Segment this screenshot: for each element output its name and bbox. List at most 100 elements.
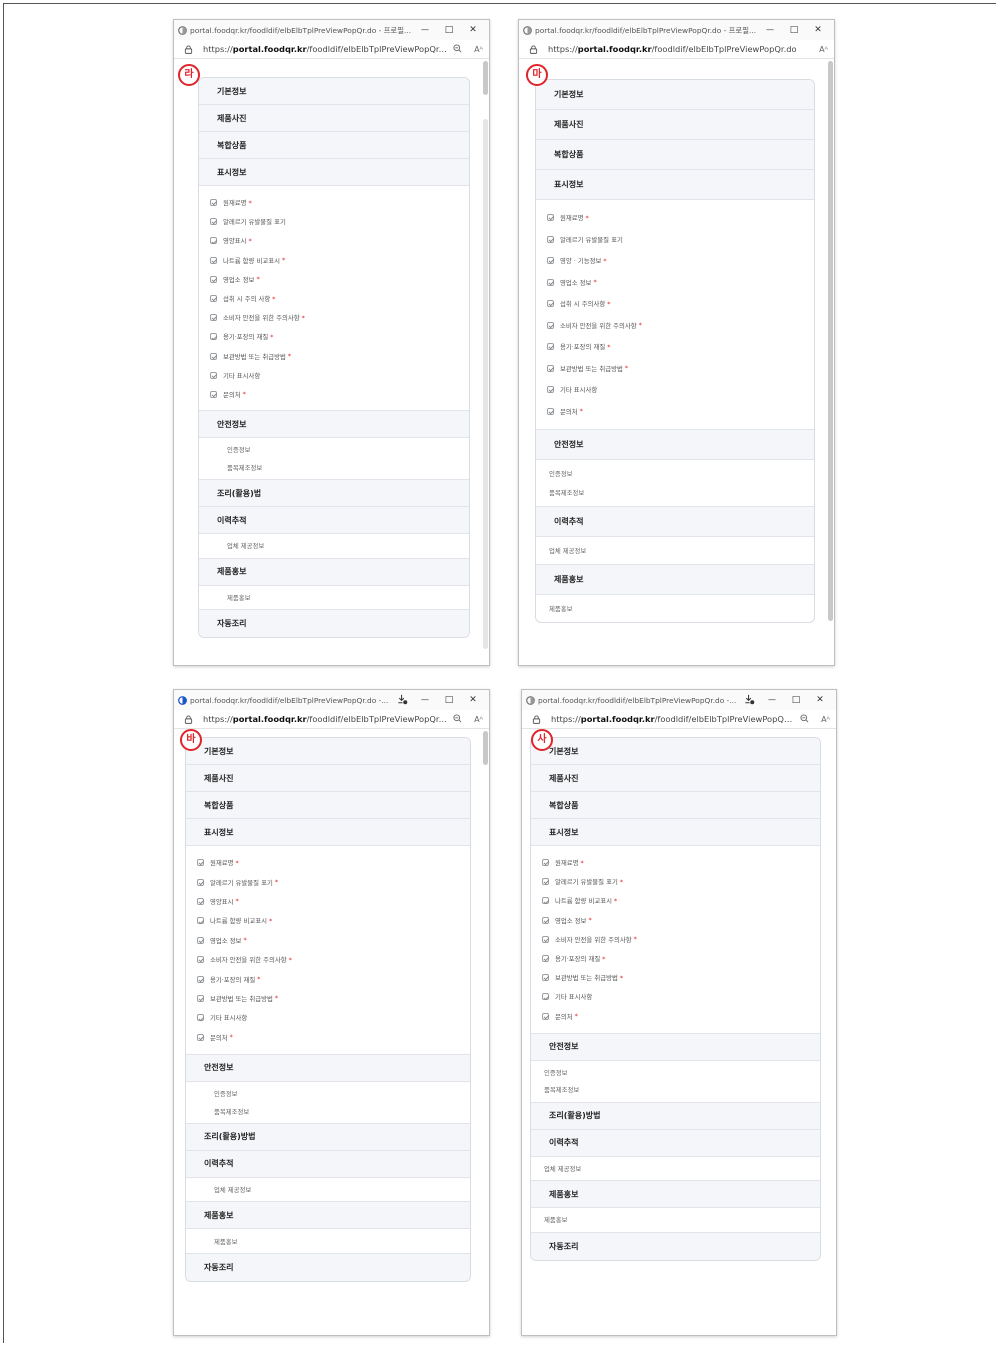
checkbox-checked-icon[interactable] [542, 897, 549, 905]
checkbox-item[interactable]: 영업소 정보 * [210, 270, 469, 289]
checkbox-item[interactable]: 나트륨 함량 비교표시 * [542, 891, 820, 910]
section-header[interactable]: 기본정보 [536, 80, 814, 110]
section-header[interactable]: 제품홍보 [186, 1202, 470, 1230]
section-header[interactable]: 안전정보 [536, 430, 814, 460]
close-icon[interactable]: ✕ [806, 20, 830, 40]
close-icon[interactable]: ✕ [461, 20, 485, 40]
address-bar[interactable]: https://portal.foodqr.kr/foodldif/elbElb… [174, 40, 489, 59]
minimize-icon[interactable]: — [760, 690, 784, 710]
checkbox-checked-icon[interactable] [542, 974, 549, 982]
zoom-icon[interactable] [800, 713, 809, 725]
checkbox-item[interactable]: 알레르기 유발물질 표기 * [542, 872, 820, 891]
checkbox-item[interactable]: 용기·포장의 재질 * [547, 336, 814, 358]
checkbox-checked-icon[interactable] [542, 1012, 549, 1020]
section-header[interactable]: 안전정보 [199, 411, 469, 439]
maximize-icon[interactable]: □ [437, 20, 461, 40]
section-header[interactable]: 제품사진 [186, 765, 470, 792]
url-text[interactable]: https://portal.foodqr.kr/foodldif/elbElb… [548, 44, 813, 54]
section-header[interactable]: 이력추적 [199, 507, 469, 535]
download-icon[interactable] [742, 694, 756, 707]
checkbox-item[interactable]: 알레르기 유발물질 표기 [210, 212, 469, 231]
checkbox-item[interactable]: 섭취 시 주의 사항 * [210, 289, 469, 308]
checkbox-item[interactable]: 기타 표시사항 [547, 379, 814, 401]
checkbox-checked-icon[interactable] [547, 235, 554, 243]
checkbox-item[interactable]: 소비자 안전을 위한 주의사항 * [542, 930, 820, 949]
checkbox-item[interactable]: 나트륨 함량 비교표시 * [210, 251, 469, 270]
section-header[interactable]: 표시정보 [531, 819, 820, 846]
checkbox-checked-icon[interactable] [210, 275, 217, 283]
checkbox-item[interactable]: 기타 표시사항 [542, 987, 820, 1006]
section-header[interactable]: 제품홍보 [199, 558, 469, 586]
checkbox-item[interactable]: 기타 표시사항 [197, 1008, 470, 1027]
checkbox-checked-icon[interactable] [197, 917, 204, 925]
checkbox-item[interactable]: 소비자 안전을 위한 주의사항 * [547, 315, 814, 337]
checkbox-checked-icon[interactable] [197, 975, 204, 983]
section-header[interactable]: 자동조리 [531, 1232, 820, 1260]
checkbox-checked-icon[interactable] [542, 955, 549, 963]
checkbox-item[interactable]: 영업소 정보 * [547, 272, 814, 294]
checkbox-checked-icon[interactable] [210, 314, 217, 322]
minimize-icon[interactable]: — [413, 20, 437, 40]
section-header[interactable]: 안전정보 [531, 1033, 820, 1061]
section-header[interactable]: 조리(활용)방법 [186, 1123, 470, 1151]
checkbox-checked-icon[interactable] [542, 916, 549, 924]
checkbox-checked-icon[interactable] [542, 878, 549, 886]
section-header[interactable]: 복합상품 [531, 792, 820, 819]
zoom-icon[interactable] [453, 43, 462, 55]
section-header[interactable]: 자동조리 [199, 610, 469, 638]
url-text[interactable]: https://portal.foodqr.kr/foodldif/elbElb… [203, 714, 447, 724]
close-icon[interactable]: ✕ [461, 690, 485, 710]
url-text[interactable]: https://portal.foodqr.kr/foodldif/elbElb… [551, 714, 794, 724]
section-header[interactable]: 기본정보 [531, 738, 820, 765]
checkbox-item[interactable]: 영양표시 * [197, 892, 470, 911]
checkbox-item[interactable]: 원재료명 * [542, 853, 820, 872]
section-header[interactable]: 표시정보 [536, 170, 814, 200]
section-header[interactable]: 이력추적 [531, 1129, 820, 1157]
checkbox-item[interactable]: 영업소 정보 * [197, 931, 470, 950]
checkbox-item[interactable]: 영양표시 * [210, 231, 469, 250]
section-header[interactable]: 기본정보 [186, 738, 470, 765]
section-header[interactable]: 자동조리 [186, 1253, 470, 1281]
minimize-icon[interactable]: — [758, 20, 782, 40]
checkbox-checked-icon[interactable] [542, 859, 549, 867]
scrollbar[interactable] [828, 61, 833, 621]
section-header[interactable]: 복합상품 [536, 140, 814, 170]
checkbox-checked-icon[interactable] [197, 936, 204, 944]
checkbox-checked-icon[interactable] [197, 897, 204, 905]
minimize-icon[interactable]: — [413, 690, 437, 710]
checkbox-item[interactable]: 용기·포장의 재질 * [197, 969, 470, 988]
checkbox-item[interactable]: 원재료명 * [197, 853, 470, 872]
checkbox-item[interactable]: 문의처 * [542, 1007, 820, 1026]
checkbox-checked-icon[interactable] [210, 199, 217, 207]
address-bar[interactable]: https://portal.foodqr.kr/foodldif/elbElb… [174, 710, 489, 729]
checkbox-item[interactable]: 보관방법 또는 취급방법 * [542, 968, 820, 987]
checkbox-checked-icon[interactable] [197, 878, 204, 886]
checkbox-item[interactable]: 소비자 안전을 위한 주의사항 * [197, 950, 470, 969]
checkbox-item[interactable]: 문의처 * [547, 401, 814, 423]
section-header[interactable]: 제품사진 [531, 765, 820, 792]
section-header[interactable]: 표시정보 [186, 819, 470, 846]
section-header[interactable]: 표시정보 [199, 159, 469, 186]
section-header[interactable]: 이력추적 [536, 507, 814, 537]
checkbox-item[interactable]: 보관방법 또는 취급방법 * [197, 989, 470, 1008]
checkbox-checked-icon[interactable] [547, 386, 554, 394]
checkbox-item[interactable]: 섭취 시 주의사항 * [547, 293, 814, 315]
checkbox-item[interactable]: 보관방법 또는 취급방법 * [210, 347, 469, 366]
maximize-icon[interactable]: □ [437, 690, 461, 710]
checkbox-checked-icon[interactable] [542, 993, 549, 1001]
checkbox-item[interactable]: 문의처 * [210, 385, 469, 404]
checkbox-checked-icon[interactable] [197, 859, 204, 867]
checkbox-checked-icon[interactable] [210, 371, 217, 379]
url-text[interactable]: https://portal.foodqr.kr/foodldif/elbElb… [203, 44, 447, 54]
checkbox-checked-icon[interactable] [210, 295, 217, 303]
checkbox-item[interactable]: 용기·포장의 재질 * [210, 327, 469, 346]
read-aloud-icon[interactable]: Aᴬ [821, 715, 830, 724]
checkbox-checked-icon[interactable] [547, 343, 554, 351]
lock-icon[interactable] [184, 714, 193, 724]
section-header[interactable]: 제품사진 [536, 110, 814, 140]
section-header[interactable]: 복합상품 [186, 792, 470, 819]
section-header[interactable]: 기본정보 [199, 78, 469, 105]
lock-icon[interactable] [529, 44, 538, 54]
lock-icon[interactable] [532, 714, 541, 724]
checkbox-item[interactable]: 보관방법 또는 취급방법 * [547, 358, 814, 380]
